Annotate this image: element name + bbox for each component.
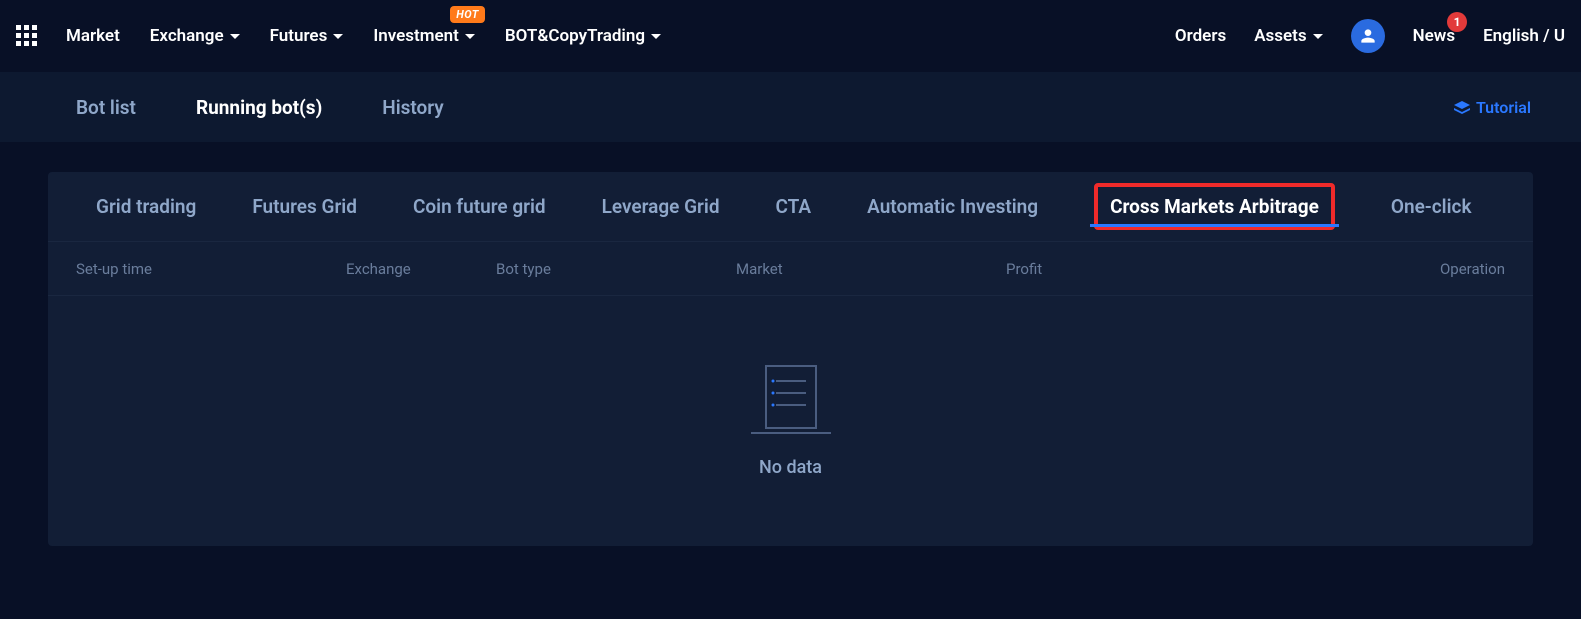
no-data-icon [750,365,832,435]
apps-grid-icon[interactable] [16,25,38,47]
bot-type-tabs: Grid trading Futures Grid Coin future gr… [48,172,1533,242]
chevron-down-icon [465,34,475,39]
bot-tab-leverage-grid[interactable]: Leverage Grid [602,172,720,242]
avatar[interactable] [1351,19,1385,53]
nav-label: Assets [1254,26,1306,46]
tab-running-bots[interactable]: Running bot(s) [196,96,322,119]
nav-investment[interactable]: HOT Investment [373,26,475,46]
layers-icon [1454,100,1470,114]
nav-orders[interactable]: Orders [1175,26,1226,46]
nav-exchange[interactable]: Exchange [150,26,240,46]
tutorial-label: Tutorial [1476,98,1531,117]
chevron-down-icon [230,34,240,39]
nav-market[interactable]: Market [66,26,120,46]
nav-label: BOT&CopyTrading [505,26,645,46]
chevron-down-icon [333,34,343,39]
nav-label: Investment [373,26,459,46]
tutorial-link[interactable]: Tutorial [1454,98,1531,117]
tab-bot-list[interactable]: Bot list [76,96,136,119]
bot-tab-futures-grid[interactable]: Futures Grid [252,172,357,242]
nav-label: Exchange [150,26,224,46]
tab-history[interactable]: History [382,96,444,119]
nav-label: Orders [1175,26,1226,46]
col-operation: Operation [1440,260,1505,278]
hot-badge: HOT [450,6,485,23]
nav-label: Market [66,26,120,46]
col-market: Market [736,260,1006,278]
nav-assets[interactable]: Assets [1254,26,1322,46]
notification-badge: 1 [1447,12,1467,32]
main-panel: Grid trading Futures Grid Coin future gr… [48,172,1533,546]
nav-left-group: Market Exchange Futures HOT Investment B… [66,26,661,46]
nav-label: Futures [270,26,328,46]
bot-tab-coin-future-grid[interactable]: Coin future grid [413,172,546,242]
nav-right-group: Orders Assets News 1 English / U [1175,19,1565,53]
bot-tab-one-click[interactable]: One-click [1391,172,1472,242]
nav-language[interactable]: English / U [1483,26,1565,46]
bot-tab-grid-trading[interactable]: Grid trading [96,172,196,242]
top-navbar: Market Exchange Futures HOT Investment B… [0,0,1581,72]
empty-state: No data [48,296,1533,546]
user-icon [1358,26,1378,46]
bot-tab-cross-markets-arbitrage[interactable]: Cross Markets Arbitrage [1094,183,1335,230]
nav-bot-copytrading[interactable]: BOT&CopyTrading [505,26,661,46]
bot-tab-automatic-investing[interactable]: Automatic Investing [867,172,1038,242]
col-profit: Profit [1006,260,1306,278]
nav-label: News [1413,26,1455,46]
nav-news[interactable]: News 1 [1413,26,1455,46]
col-exchange: Exchange [346,260,496,278]
col-bot-type: Bot type [496,260,736,278]
sub-navbar: Bot list Running bot(s) History Tutorial [0,72,1581,142]
col-setup-time: Set-up time [76,260,346,278]
table-header-row: Set-up time Exchange Bot type Market Pro… [48,242,1533,296]
chevron-down-icon [651,34,661,39]
empty-text: No data [759,457,822,478]
nav-label: English / U [1483,26,1565,46]
nav-futures[interactable]: Futures [270,26,344,46]
chevron-down-icon [1313,34,1323,39]
bot-tab-cta[interactable]: CTA [776,172,812,242]
